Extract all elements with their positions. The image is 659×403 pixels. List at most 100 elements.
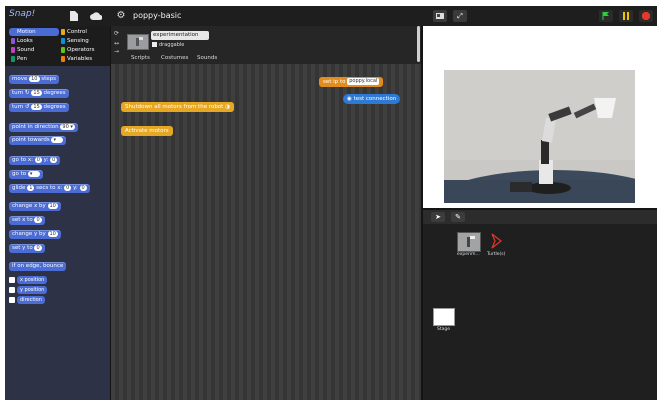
block-input[interactable]: 10	[47, 202, 58, 209]
block-input[interactable]: 0	[34, 244, 42, 251]
project-title: poppy-basic	[133, 11, 182, 20]
direction-checkbox[interactable]	[9, 297, 15, 303]
reporter-x-position[interactable]: x position	[17, 276, 48, 284]
block-change-y[interactable]: change y by 10	[9, 230, 61, 239]
block-text: secs to x:	[36, 185, 63, 191]
block-input[interactable]: poppy.local	[347, 78, 380, 85]
block-test-connection[interactable]: ◉ test connection	[343, 94, 401, 104]
rotation-lr-icon[interactable]: ↔	[114, 40, 119, 47]
x-position-checkbox[interactable]	[9, 277, 15, 283]
script-area[interactable]: ⟳ ↔ → experimentation draggable Scripts …	[111, 26, 421, 400]
category-label: Pen	[17, 56, 27, 62]
block-text: set	[323, 79, 332, 85]
category-label: Control	[67, 29, 87, 35]
file-icon[interactable]	[67, 10, 80, 22]
block-activate-motors[interactable]: Activate motors	[121, 126, 173, 136]
block-input[interactable]: 10	[29, 75, 40, 82]
paintbrush-icon[interactable]: ✎	[451, 212, 465, 222]
block-turn-clockwise[interactable]: turn ↻ 15 degrees	[9, 89, 69, 98]
rotation-none-icon[interactable]: →	[114, 48, 119, 55]
stage-tile[interactable]	[433, 308, 455, 326]
block-set-variable[interactable]: set ip to poppy.local	[319, 77, 384, 87]
block-input[interactable]: 15	[31, 103, 42, 110]
tab-scripts[interactable]: Scripts	[131, 54, 150, 62]
sprite-name-field[interactable]: experimentation	[151, 31, 209, 40]
block-set-y[interactable]: set y to 0	[9, 244, 45, 253]
block-text: degrees	[43, 90, 66, 96]
block-input[interactable]: 10	[47, 230, 58, 237]
fullscreen-icon[interactable]: ⤢	[453, 10, 467, 22]
category-sound[interactable]: Sound	[9, 46, 59, 54]
tab-sounds[interactable]: Sounds	[197, 54, 217, 62]
script-scrollbar[interactable]	[417, 26, 420, 62]
category-swatch	[61, 47, 65, 53]
block-go-to[interactable]: go to ▾	[9, 170, 43, 179]
tab-costumes[interactable]: Costumes	[161, 54, 188, 62]
block-dropdown[interactable]: ▾	[27, 170, 40, 177]
block-text: point in direction	[12, 124, 59, 130]
turtle-sprite-icon[interactable]	[489, 232, 505, 250]
stage-normal-icon[interactable]	[433, 10, 447, 22]
block-point-in-direction[interactable]: point in direction 90 ▾	[9, 123, 78, 132]
category-looks[interactable]: Looks	[9, 37, 59, 45]
category-variables[interactable]: Variables	[59, 55, 109, 63]
block-text: point towards	[12, 137, 50, 143]
block-input[interactable]: 0	[34, 156, 42, 163]
category-swatch	[11, 56, 15, 62]
block-text: steps	[41, 76, 57, 82]
category-swatch	[61, 29, 65, 35]
block-input[interactable]: 15	[31, 89, 42, 96]
block-text: test connection	[353, 96, 397, 102]
block-move-steps[interactable]: move 10 steps	[9, 75, 60, 84]
block-text: glide	[12, 185, 26, 191]
category-control[interactable]: Control	[59, 28, 109, 36]
turtle-icon[interactable]: ➤	[431, 212, 445, 222]
block-change-x[interactable]: change x by 10	[9, 202, 61, 211]
category-label: Operators	[67, 47, 95, 53]
block-text: turn	[12, 90, 24, 96]
corral-toolbar: ➤ ✎	[423, 210, 657, 224]
category-pen[interactable]: Pen	[9, 55, 59, 63]
block-text: to	[339, 79, 346, 85]
block-input[interactable]: 0	[50, 156, 58, 163]
rotate-counterclockwise-icon: ↺	[25, 104, 30, 110]
snap-logo[interactable]: Snap!	[9, 9, 35, 23]
green-flag-icon[interactable]	[599, 10, 613, 22]
category-swatch	[11, 47, 15, 53]
block-input[interactable]: 0	[34, 216, 42, 223]
category-selector: Motion Looks Sound Pen Control Sensing O…	[5, 26, 110, 66]
block-dropdown[interactable]: ▾	[51, 136, 64, 143]
block-turn-counterclockwise[interactable]: turn ↺ 15 degrees	[9, 103, 69, 112]
draggable-checkbox[interactable]: draggable	[152, 42, 184, 48]
block-glide[interactable]: glide 1 secs to x: 0 y: 0	[9, 184, 90, 193]
block-go-to-xy[interactable]: go to x: 0 y: 0	[9, 156, 61, 165]
sprite-tile-experimentation[interactable]	[457, 232, 481, 252]
block-input[interactable]: 0	[64, 184, 72, 191]
checkbox-box[interactable]	[152, 42, 157, 47]
block-input[interactable]: 1	[27, 184, 35, 191]
block-set-x[interactable]: set x to 0	[9, 216, 45, 225]
block-text: degrees	[43, 104, 66, 110]
reporter-y-position[interactable]: y position	[17, 286, 48, 294]
block-input[interactable]: 0	[79, 184, 87, 191]
stop-icon[interactable]	[639, 10, 653, 22]
block-text: change x by	[12, 203, 46, 209]
block-shutdown-motors[interactable]: Shutdown all motors from the robot ◑	[121, 102, 234, 112]
block-bounce[interactable]: if on edge, bounce	[9, 262, 67, 271]
category-operators[interactable]: Operators	[59, 46, 109, 54]
block-point-towards[interactable]: point towards ▾	[9, 136, 67, 145]
category-label: Looks	[17, 38, 33, 44]
reporter-direction[interactable]: direction	[17, 296, 45, 304]
rotation-style-icon[interactable]: ⟳	[114, 30, 119, 37]
sprite-label: Turtle(s)	[487, 252, 506, 257]
category-sensing[interactable]: Sensing	[59, 37, 109, 45]
y-position-checkbox[interactable]	[9, 287, 15, 293]
block-input[interactable]: 90 ▾	[60, 123, 75, 130]
category-motion[interactable]: Motion	[9, 28, 59, 36]
sprite-header: ⟳ ↔ → experimentation draggable Scripts …	[111, 26, 421, 64]
stage[interactable]	[423, 26, 657, 208]
gear-icon[interactable]: ⚙	[115, 10, 127, 22]
cloud-icon[interactable]	[89, 10, 102, 22]
pause-icon[interactable]	[619, 10, 633, 22]
variable-dropdown[interactable]: ip	[333, 79, 338, 85]
